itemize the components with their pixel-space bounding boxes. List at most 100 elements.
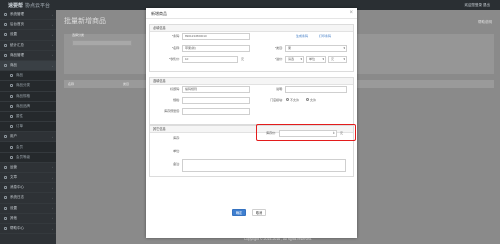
sidebar-item[interactable]: 系统日志 › [0, 193, 56, 204]
sidebar-item-label: 属性 [16, 113, 23, 118]
sidebar-item-label: 用户 [10, 134, 17, 139]
chevron-right-icon: › [52, 53, 53, 58]
sidebar-item[interactable]: 运营 › [0, 163, 56, 173]
sidebar-item[interactable]: 商品品牌 [0, 101, 56, 112]
menu-icon [10, 94, 13, 98]
price-unit: 元 [241, 57, 245, 61]
sidebar-item[interactable]: 其他 › [0, 214, 56, 224]
dialog-title: 新增商品 [151, 11, 167, 16]
sidebar-item[interactable]: 消息中心 › [0, 183, 56, 194]
menu-icon [10, 114, 13, 118]
menu-icon [4, 33, 7, 37]
menu-icon [10, 74, 13, 78]
sidebar-item[interactable]: 设置 › [0, 204, 56, 214]
name-input[interactable]: 苹果(新) [182, 45, 250, 52]
menu-icon [4, 206, 7, 210]
sidebar-item-label: 设置 [10, 32, 17, 37]
menu-icon [4, 43, 7, 47]
remark-textarea[interactable] [182, 159, 346, 172]
sidebar-item-label: 商品品牌 [16, 103, 30, 108]
sidebar-item[interactable]: 商品 › [0, 60, 56, 72]
sidebar-item[interactable]: 帮助中心 › [0, 224, 56, 235]
sidebar-item[interactable]: 商品规格 [0, 91, 56, 102]
radio-label: 允许 [310, 97, 317, 102]
sidebar-item[interactable]: 系统管理 › [0, 10, 56, 21]
cost-label: *进价: [274, 57, 283, 61]
chevron-right-icon: › [52, 185, 53, 190]
chevron-right-icon: › [52, 195, 53, 200]
sidebar-item[interactable]: 订单 [0, 122, 56, 133]
remark-label: 备注: [173, 162, 180, 166]
print-barcode-link[interactable]: 打印条码 [319, 34, 331, 38]
confirm-button[interactable]: 确定 [232, 209, 246, 216]
cancel-button[interactable]: 取消 [252, 209, 266, 216]
add-product-dialog: 新增商品 × 必填信息 *条码: 8901234560010 生成条码 打印条码… [146, 8, 357, 238]
chevron-right-icon: › [52, 175, 53, 180]
code-input[interactable]: 编码规则 [182, 86, 250, 93]
menu-icon [10, 104, 13, 108]
chevron-right-icon: › [52, 134, 53, 139]
sidebar-item-label: 系统日志 [10, 195, 24, 200]
sidebar-item-label: 商品分类 [16, 83, 30, 88]
barcode-input[interactable]: 8901234560010 [182, 33, 250, 40]
sidebar-item[interactable]: 属性 [0, 111, 56, 123]
sidebar-item[interactable]: 文章 › [0, 173, 56, 184]
user-menu[interactable]: 欢迎您登录 退出 [465, 3, 490, 8]
menu-icon [4, 135, 7, 139]
generate-barcode-link[interactable]: 生成条码 [296, 34, 308, 38]
sidebar-item[interactable]: 商品管理 › [0, 51, 56, 61]
sidebar-item-label: 会员 [16, 144, 23, 149]
chevron-right-icon: › [52, 226, 53, 231]
help-link[interactable]: 帮助说明 [478, 20, 492, 25]
sidebar-item-label: 订单 [16, 124, 23, 129]
sidebar-item[interactable]: 商品 [0, 71, 56, 82]
app-logo[interactable]: 速要帮 协点云平台 [8, 2, 50, 9]
stock-label: 库存: [173, 136, 180, 140]
menu-icon [10, 155, 13, 159]
close-icon[interactable]: × [349, 10, 353, 16]
radio-disallow[interactable]: 不允许 [286, 98, 299, 102]
chevron-right-icon: › [52, 216, 53, 221]
radio-checked-icon [286, 98, 289, 101]
sidebar-item-label: 商品 [10, 63, 17, 68]
chevron-right-icon: › [52, 12, 53, 17]
sidebar-item-label: 统计汇总 [10, 42, 24, 47]
category-filter[interactable] [72, 40, 132, 46]
sidebar-item[interactable]: 用户 › [0, 132, 56, 143]
chevron-right-icon: › [52, 206, 53, 211]
sidebar-item-label: 会员等级 [16, 154, 30, 159]
sidebar-item-label: 消息中心 [10, 185, 24, 190]
category-select[interactable]: 果 [285, 45, 347, 52]
menu-icon [4, 216, 7, 220]
sidebar-item[interactable]: 会员等级 [0, 152, 56, 163]
sidebar-item[interactable]: 后台首页 › [0, 20, 56, 31]
sidebar-item[interactable]: 会员 [0, 142, 56, 153]
menu-icon [10, 145, 13, 149]
brand-subtitle: 协点云平台 [25, 3, 51, 9]
spec-input[interactable] [182, 97, 250, 104]
chevron-right-icon: › [52, 43, 53, 48]
page-title: 批量新增商品 [64, 18, 106, 25]
sidebar-item[interactable]: 商品分类 [0, 81, 56, 92]
menu-icon [4, 13, 7, 17]
menu-icon [10, 125, 13, 129]
sidebar-item[interactable]: 统计汇总 › [0, 41, 56, 51]
unit-label: 单位: [173, 149, 180, 153]
unit-select[interactable]: 单位 [306, 56, 326, 63]
radio-allow[interactable]: 允许 [306, 98, 316, 102]
menu-icon [4, 227, 7, 231]
stock-warning-input[interactable] [182, 108, 250, 115]
stock-price-label: 库存价: [266, 131, 276, 135]
stock-price-unit: 元 [340, 131, 344, 135]
spinner-icon[interactable]: ⇕ [332, 131, 335, 136]
desc-input[interactable] [285, 86, 347, 93]
price-input[interactable]: 10 [182, 56, 238, 63]
sidebar-item[interactable]: 设置 › [0, 30, 56, 41]
menu-icon [4, 23, 7, 27]
price-label: *零售价: [168, 57, 180, 61]
chevron-right-icon: › [52, 63, 53, 68]
currency-select[interactable]: 元 [328, 56, 347, 63]
cost-select[interactable]: 请选 [285, 56, 304, 63]
sidebar-item-label: 商品 [16, 73, 23, 78]
stock-price-input[interactable]: ⇕ [279, 130, 337, 137]
